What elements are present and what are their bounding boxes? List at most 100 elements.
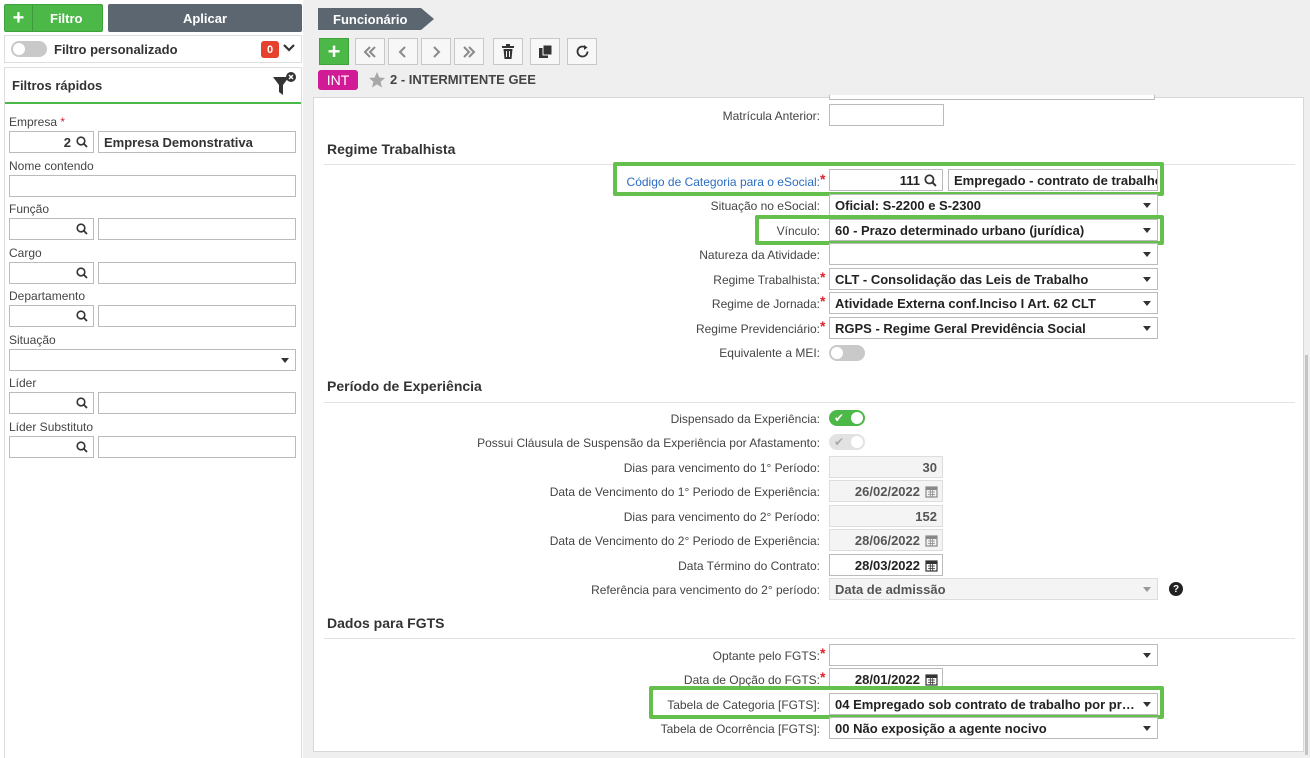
search-icon[interactable] [76, 310, 88, 322]
filtro-count-badge: 0 [261, 41, 279, 58]
regime-previdenciario-select[interactable]: RGPS - Regime Geral Previdência Social [829, 317, 1158, 339]
optante-fgts-select[interactable] [829, 644, 1158, 666]
tabela-categoria-fgts-select[interactable]: 04 Empregado sob contrato de trabalho po… [829, 693, 1158, 715]
regime-trabalhista-select[interactable]: CLT - Consolidação das Leis de Trabalho [829, 268, 1158, 290]
calendar-icon[interactable] [925, 559, 938, 572]
required-marker: * [820, 171, 826, 187]
main-panel: Funcionário + INT 2 - INTERMITENTE GEE M… [303, 0, 1310, 758]
filtro-personalizado-toggle[interactable] [11, 41, 47, 57]
funcao-code-input[interactable] [9, 218, 94, 240]
employee-form: Matrícula Anterior: Regime Trabalhista C… [313, 95, 1304, 752]
delete-button[interactable] [493, 38, 523, 65]
last-record-button[interactable] [454, 38, 484, 65]
dispensado-experiencia-toggle[interactable]: ✔ [829, 410, 865, 426]
data-venc-primeiro-label: Data de Vencimento do 1° Periodo de Expe… [549, 485, 820, 499]
nome-contendo-input[interactable] [9, 175, 296, 197]
funnel-icon[interactable] [271, 71, 297, 99]
caret-down-icon [1143, 326, 1151, 331]
calendar-icon[interactable] [925, 485, 938, 498]
filtros-rapidos-title: Filtros rápidos [12, 77, 103, 93]
caret-down-icon [1143, 203, 1151, 208]
dias-segundo-periodo-input[interactable]: 152 [829, 505, 943, 527]
regime-jornada-select[interactable]: Atividade Externa conf.Inciso I Art. 62 … [829, 292, 1158, 314]
data-termino-contrato-input[interactable]: 28/03/2022 [829, 554, 943, 576]
caret-down-icon [1143, 301, 1151, 306]
matricula-anterior-input[interactable] [829, 104, 944, 126]
add-button[interactable]: + [319, 38, 349, 65]
required-marker: * [820, 269, 826, 285]
calendar-icon[interactable] [925, 534, 938, 547]
required-marker: * [820, 669, 826, 685]
previous-record-button[interactable] [388, 38, 418, 65]
codigo-categoria-desc-input[interactable]: Empregado - contrato de trabalho [948, 169, 1158, 191]
tabela-ocorrencia-fgts-select[interactable]: 00 Não exposição a agente nocivo [829, 717, 1158, 739]
chevron-right-icon [433, 45, 441, 58]
trash-icon [502, 44, 514, 59]
departamento-name-input[interactable] [98, 305, 296, 327]
cargo-name-input[interactable] [98, 262, 296, 284]
caret-down-icon [1143, 252, 1151, 257]
check-icon: ✔ [834, 411, 845, 425]
chevron-down-icon[interactable] [282, 41, 296, 55]
required-marker: * [820, 293, 826, 309]
search-icon[interactable] [76, 136, 88, 148]
refresh-button[interactable] [567, 38, 597, 65]
caret-down-icon [1143, 726, 1151, 731]
caret-down-icon [1143, 702, 1151, 707]
section-divider [324, 638, 1295, 639]
aplicar-button[interactable]: Aplicar [108, 4, 302, 32]
vinculo-select[interactable]: 60 - Prazo determinado urbano (jurídica) [829, 219, 1158, 241]
lider-substituto-code-input[interactable] [9, 436, 94, 458]
cargo-code-input[interactable] [9, 262, 94, 284]
situacao-select[interactable] [9, 349, 296, 371]
help-icon[interactable]: ? [1169, 582, 1183, 596]
caret-down-icon [1143, 277, 1151, 282]
search-icon[interactable] [76, 223, 88, 235]
referencia-vencimento-select[interactable]: Data de admissão [829, 578, 1158, 600]
star-icon[interactable] [368, 71, 386, 89]
departamento-label: Departamento [9, 289, 86, 303]
empresa-code-input[interactable]: 2 [9, 131, 94, 153]
plus-icon: + [5, 5, 33, 31]
refresh-icon [576, 45, 588, 58]
search-icon[interactable] [924, 174, 937, 187]
data-venc-primeiro-input[interactable]: 26/02/2022 [829, 480, 943, 502]
lider-name-input[interactable] [98, 392, 296, 414]
funcao-name-input[interactable] [98, 218, 296, 240]
data-venc-segundo-input[interactable]: 28/06/2022 [829, 529, 943, 551]
first-record-button[interactable] [355, 38, 385, 65]
record-type-tag: INT [318, 70, 358, 90]
codigo-categoria-label[interactable]: Código de Categoria para o eSocial: [627, 175, 820, 189]
empresa-name-input[interactable]: Empresa Demonstrativa [98, 131, 296, 153]
equivalente-mei-toggle[interactable] [829, 345, 865, 361]
next-record-button[interactable] [421, 38, 451, 65]
lider-substituto-label: Líder Substituto [9, 420, 94, 434]
scrollbar[interactable] [1305, 355, 1308, 755]
search-icon[interactable] [76, 441, 88, 453]
required-marker: * [820, 645, 826, 661]
lider-substituto-name-input[interactable] [98, 436, 296, 458]
lider-code-input[interactable] [9, 392, 94, 414]
lider-label: Líder [9, 376, 37, 390]
natureza-atividade-select[interactable] [829, 243, 1158, 265]
dias-primeiro-periodo-input[interactable]: 30 [829, 456, 943, 478]
regime-jornada-label: Regime de Jornada: [711, 297, 820, 311]
filtro-button[interactable]: + Filtro [4, 4, 103, 32]
search-icon[interactable] [76, 267, 88, 279]
clausula-suspensao-label: Possui Cláusula de Suspensão da Experiên… [477, 436, 820, 450]
data-opcao-fgts-input[interactable]: 28/01/2022 [829, 668, 943, 690]
regime-trabalhista-label: Regime Trabalhista: [713, 273, 820, 287]
caret-down-icon [1143, 653, 1151, 658]
copy-button[interactable] [530, 38, 560, 65]
departamento-code-input[interactable] [9, 305, 94, 327]
breadcrumb[interactable]: Funcionário [318, 8, 434, 30]
empresa-label: Empresa * [9, 115, 66, 129]
calendar-icon[interactable] [925, 673, 938, 686]
chevron-left-icon [398, 45, 406, 58]
clausula-suspensao-toggle[interactable]: ✔ [829, 434, 865, 450]
search-icon[interactable] [76, 397, 88, 409]
data-termino-contrato-label: Data Término do Contrato: [678, 559, 820, 573]
codigo-categoria-code-input[interactable]: 111 [829, 169, 943, 191]
optante-fgts-label: Optante pelo FGTS: [712, 649, 820, 663]
situacao-esocial-select[interactable]: Oficial: S-2200 e S-2300 [829, 194, 1158, 216]
